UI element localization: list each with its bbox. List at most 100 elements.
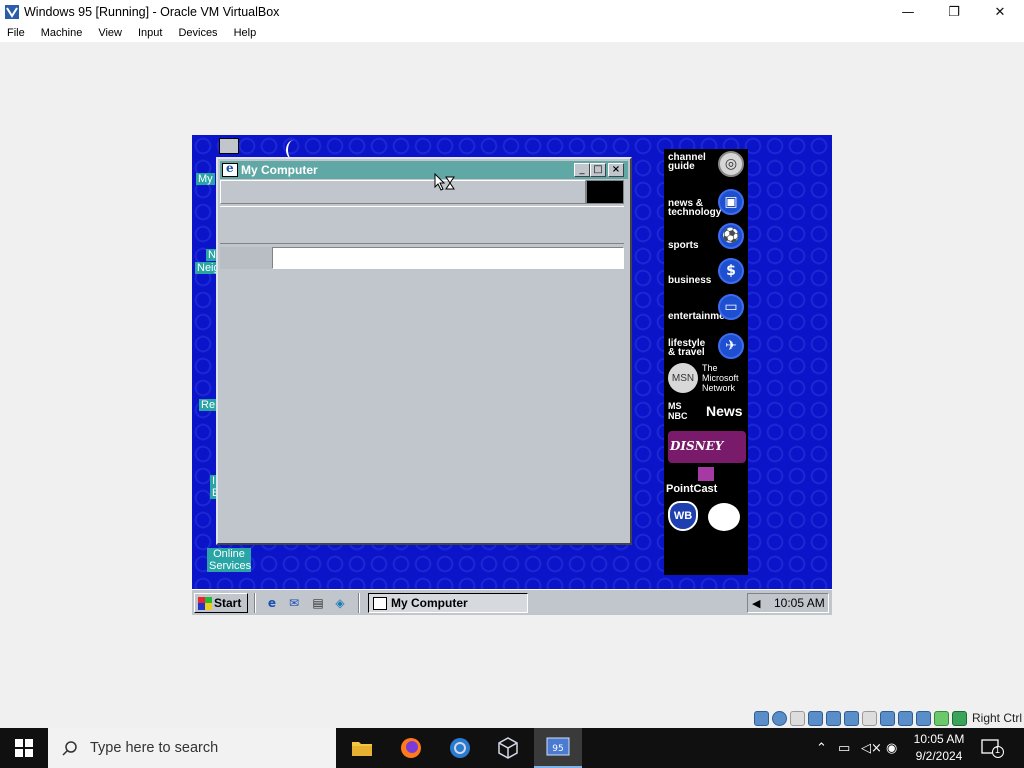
ie-throbber — [586, 180, 624, 204]
msn-channel[interactable]: MSN The Microsoft Network — [668, 363, 746, 393]
taskbar-separator-2 — [358, 593, 360, 613]
capture-tray-icon[interactable]: ◉ — [886, 740, 897, 756]
cube-icon — [498, 737, 518, 759]
clock-date: 9/2/2024 — [915, 749, 963, 763]
disney-logo-icon: DISNEY — [670, 439, 724, 453]
action-center-button[interactable]: 1 — [980, 738, 1004, 758]
channel-news-technology[interactable]: news & technology ▣ — [668, 189, 746, 218]
windows10-taskbar: Type here to search 95 ⌃ ▭ ◁× ◉ 10:05 AM… — [0, 728, 1024, 768]
audio-icon[interactable] — [807, 710, 823, 726]
desktop-label-recycle[interactable]: Re — [199, 399, 218, 411]
volume-muted-icon[interactable]: ◁× — [861, 740, 882, 756]
channel-business[interactable]: business $ — [668, 258, 746, 286]
sports-label: sports — [668, 240, 699, 251]
win95-minimize-button[interactable]: _ — [574, 163, 590, 177]
my-computer-window[interactable]: My Computer _ □ × — [216, 157, 632, 545]
svg-text:95: 95 — [552, 744, 563, 754]
wb-channel[interactable]: WB — [668, 501, 746, 533]
host-title-bar: Windows 95 [Running] - Oracle VM Virtual… — [0, 0, 1024, 24]
disney-channel[interactable]: DISNEY — [668, 431, 746, 463]
globe-icon: ◎ — [718, 151, 744, 177]
win95-start-button[interactable]: Start — [194, 593, 248, 613]
guest-screen[interactable]: My N Neig Re I E Online Services My Comp… — [192, 135, 832, 615]
win95-system-tray: ◀ 10:05 AM — [747, 593, 829, 613]
win95-vm-taskbar-button[interactable]: 95 — [534, 728, 582, 768]
desktop-label-online-services[interactable]: Online Services — [207, 548, 251, 572]
windows-logo-icon — [198, 596, 212, 610]
channel-sports[interactable]: sports ⚽ — [668, 223, 746, 251]
volume-icon[interactable]: ◀ — [752, 596, 766, 610]
win95-vm-icon: 95 — [546, 737, 570, 756]
start-label: Start — [214, 596, 242, 610]
minimize-button[interactable]: — — [885, 0, 931, 24]
win95-maximize-button[interactable]: □ — [590, 163, 606, 177]
address-input[interactable] — [272, 247, 624, 269]
folder-icon — [352, 742, 372, 756]
usb-icon[interactable] — [843, 710, 859, 726]
msnbc-channel[interactable]: MS NBC News — [668, 401, 746, 423]
keyboard-capture-icon[interactable] — [951, 710, 967, 726]
desktop-label-my-computer[interactable]: My — [196, 173, 215, 185]
search-icon — [62, 741, 77, 756]
chrome-taskbar-button[interactable] — [436, 728, 484, 768]
ie-quicklaunch-icon[interactable]: e — [264, 595, 280, 611]
windows-start-icon — [15, 739, 33, 757]
shared-folders-icon[interactable] — [861, 710, 877, 726]
notification-icon — [981, 739, 1004, 758]
notification-count: 1 — [995, 745, 1001, 755]
optical-drive-icon[interactable] — [771, 710, 787, 726]
msnbc-logo-icon: MS NBC — [668, 401, 688, 421]
pointcast-channel[interactable]: PointCast — [666, 467, 746, 497]
windows10-start-button[interactable] — [0, 728, 48, 768]
menu-view[interactable]: View — [90, 27, 130, 39]
menu-file[interactable]: File — [0, 27, 33, 39]
show-hidden-icons-icon[interactable]: ⌃ — [816, 740, 827, 756]
channel-lifestyle-travel[interactable]: lifestyle & travel ✈ — [668, 333, 746, 359]
network-tray-icon[interactable]: ▭ — [838, 740, 850, 756]
hourglass-cursor-icon — [434, 172, 456, 193]
win95-clock[interactable]: 10:05 AM — [774, 596, 825, 610]
dollar-icon: $ — [718, 258, 744, 284]
taskbar-search-box[interactable]: Type here to search — [48, 728, 336, 768]
channels-quicklaunch-icon[interactable]: ◈ — [332, 595, 348, 611]
file-explorer-taskbar-button[interactable] — [338, 728, 386, 768]
channel-guide[interactable]: channel guide ◎ — [668, 151, 746, 177]
floppy-drive-icon[interactable] — [789, 710, 805, 726]
menu-help[interactable]: Help — [226, 27, 265, 39]
display-icon[interactable] — [879, 710, 895, 726]
taskbar-my-computer-button[interactable]: My Computer — [368, 593, 528, 613]
hard-disk-icon[interactable] — [753, 710, 769, 726]
restore-button[interactable]: ❐ — [931, 0, 977, 24]
computer-icon: ▣ — [718, 189, 744, 215]
menu-input[interactable]: Input — [130, 27, 170, 39]
menu-machine[interactable]: Machine — [33, 27, 91, 39]
desktop-icon-small[interactable] — [219, 138, 239, 154]
close-button[interactable]: ✕ — [977, 0, 1023, 24]
windows10-clock[interactable]: 10:05 AM 9/2/2024 — [904, 731, 974, 765]
cartoon-face-icon — [708, 503, 740, 531]
chrome-icon — [450, 738, 470, 758]
channel-entertainment[interactable]: entertainment ▭ — [668, 294, 746, 322]
pointcast-icon — [698, 467, 714, 481]
mouse-integration-icon[interactable] — [933, 710, 949, 726]
recording-icon[interactable] — [897, 710, 913, 726]
address-label — [220, 247, 272, 269]
ball-icon: ⚽ — [718, 223, 744, 249]
channel-bar: channel guide ◎ news & technology ▣ spor… — [664, 149, 748, 575]
virtualbox-taskbar-button[interactable] — [484, 728, 532, 768]
outlook-quicklaunch-icon[interactable]: ✉ — [286, 595, 302, 611]
host-menu-bar: File Machine View Input Devices Help — [0, 24, 1024, 42]
menu-devices[interactable]: Devices — [170, 27, 225, 39]
ie-window-icon — [222, 161, 238, 177]
channel-guide-label: channel guide — [668, 152, 706, 172]
clock-time: 10:05 AM — [913, 732, 965, 746]
firefox-taskbar-button[interactable] — [387, 728, 435, 768]
desktop-quicklaunch-icon[interactable]: ▤ — [310, 595, 326, 611]
ie-task-icon — [373, 596, 387, 610]
cpu-icon[interactable] — [915, 710, 931, 726]
win95-close-button[interactable]: × — [608, 163, 624, 177]
pointcast-label: PointCast — [666, 483, 718, 495]
network-icon[interactable] — [825, 710, 841, 726]
wb-logo-icon: WB — [668, 501, 698, 531]
window-title-bar[interactable]: My Computer _ □ × — [220, 161, 628, 179]
